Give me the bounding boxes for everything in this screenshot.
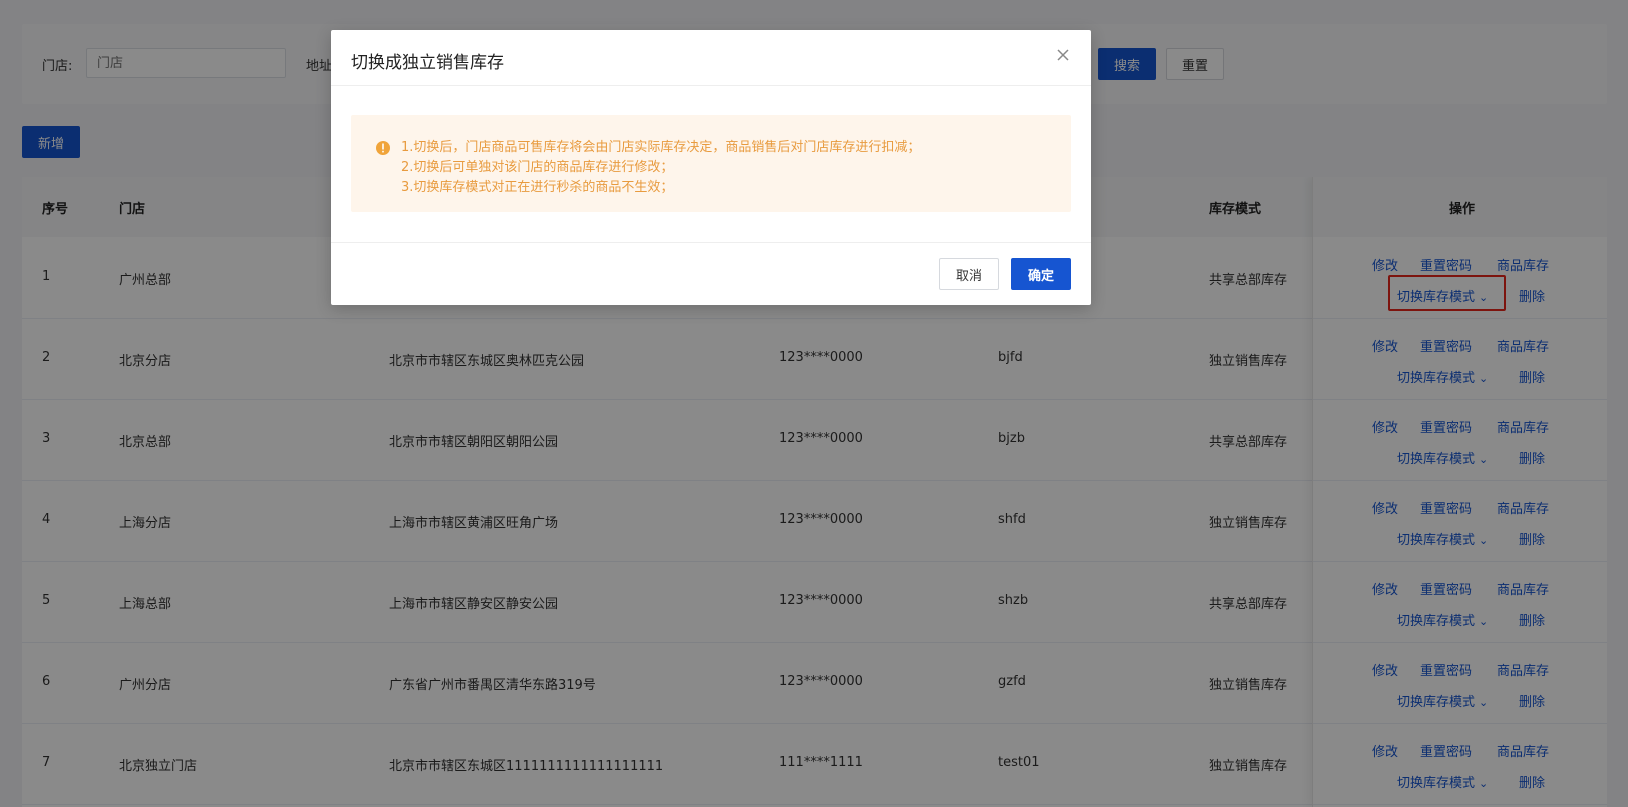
dialog-footer: 取消 确定: [331, 242, 1091, 306]
warning-alert: 1.切换后，门店商品可售库存将会由门店实际库存决定，商品销售后对门店库存进行扣减…: [351, 115, 1071, 212]
cancel-button[interactable]: 取消: [939, 258, 999, 290]
dialog-header: 切换成独立销售库存: [331, 30, 1091, 86]
dialog-title: 切换成独立销售库存: [351, 53, 504, 73]
warning-note-1: 1.切换后，门店商品可售库存将会由门店实际库存决定，商品销售后对门店库存进行扣减…: [401, 140, 921, 155]
warning-note-2: 2.切换后可单独对该门店的商品库存进行修改；: [401, 160, 674, 175]
warning-icon: [375, 140, 391, 156]
confirm-button[interactable]: 确定: [1011, 258, 1071, 290]
switch-stock-mode-dialog: 切换成独立销售库存 1.切换后，门店商品可售库存将会由门店实际库存决定，商品销售…: [331, 30, 1091, 305]
close-icon[interactable]: [1053, 45, 1073, 65]
warning-note-3: 3.切换库存模式对正在进行秒杀的商品不生效；: [401, 180, 674, 195]
